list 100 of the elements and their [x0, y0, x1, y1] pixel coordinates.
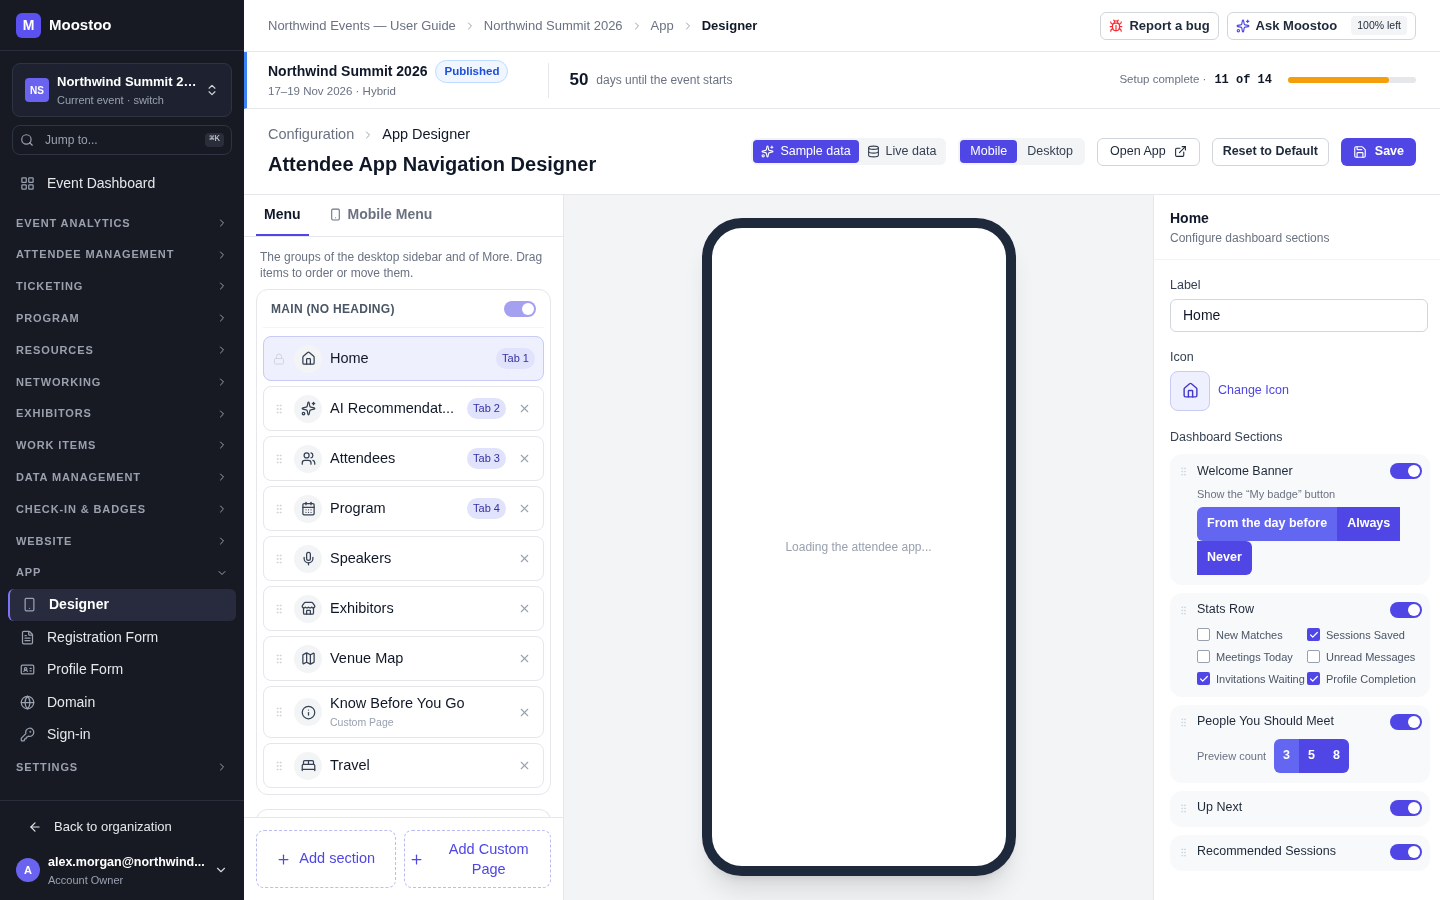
save-button[interactable]: Save — [1340, 137, 1416, 166]
sidebar-group[interactable]: DATA MANAGEMENT — [8, 461, 236, 494]
drag-handle-icon[interactable] — [1178, 466, 1189, 478]
checkbox[interactable] — [1307, 628, 1320, 642]
option-button[interactable]: Always — [1337, 506, 1401, 541]
field-caption: Label — [1170, 277, 1202, 294]
sidebar-group[interactable]: EXHIBITORS — [8, 397, 236, 430]
database-icon — [866, 145, 880, 158]
menu-item-label: Attendees — [330, 448, 397, 468]
menu-hint: The groups of the desktop sidebar and of More. Drag items to order or move them. — [259, 249, 544, 282]
menu-item-label: Speakers — [330, 548, 393, 568]
option-button[interactable]: From the day before — [1197, 506, 1338, 541]
menu-item-label: Home — [330, 348, 370, 368]
menu-item[interactable]: Home Tab 1 — [263, 336, 544, 381]
sidebar-item[interactable]: Domain — [8, 686, 236, 719]
checkbox[interactable] — [1307, 672, 1320, 686]
drag-handle-icon[interactable] — [1178, 716, 1189, 728]
sidebar-group[interactable]: WEBSITE — [8, 524, 236, 557]
close-icon[interactable] — [518, 759, 531, 772]
menu-item-icon — [294, 594, 322, 623]
menu-item-label: Exhibitors — [330, 598, 395, 618]
sidebar-item[interactable]: Designer — [8, 588, 236, 622]
search-icon — [20, 133, 34, 147]
close-icon[interactable] — [518, 552, 531, 565]
toggle-switch[interactable] — [1390, 463, 1422, 480]
drag-handle-icon[interactable] — [1178, 846, 1189, 858]
menu-item-label: Travel — [330, 755, 371, 775]
add-section-button[interactable]: Add section — [256, 830, 396, 888]
menu-item-label: Know Before You Go — [330, 694, 466, 714]
grid-icon — [20, 175, 35, 191]
field-caption: Icon — [1170, 348, 1195, 366]
menu-tab[interactable]: Mobile Menu — [320, 195, 441, 236]
close-icon[interactable] — [518, 652, 531, 665]
drag-handle-icon[interactable] — [1178, 604, 1189, 616]
device-tab[interactable]: Mobile — [960, 140, 1018, 163]
checkbox[interactable] — [1197, 628, 1210, 642]
toggle-switch[interactable] — [1390, 601, 1422, 618]
sidebar-item[interactable]: Event Dashboard — [8, 167, 236, 199]
menu-tab[interactable]: Menu — [256, 195, 309, 236]
option-button[interactable]: 3 — [1274, 738, 1300, 773]
add-page-button[interactable]: Add Custom Page — [403, 830, 551, 888]
event-switcher[interactable]: NS Northwind Summit 2… Current event · switch — [12, 63, 232, 117]
close-icon[interactable] — [518, 602, 531, 615]
ask-button[interactable]: Ask Moostoo 100% left — [1226, 11, 1416, 40]
count-caption: Preview count — [1197, 748, 1267, 764]
sidebar-group[interactable]: RESOURCES — [8, 334, 236, 366]
data-mode-tab[interactable]: Live data — [858, 140, 945, 163]
change-icon-link[interactable]: Change Icon — [1218, 381, 1289, 400]
data-mode-tab[interactable]: Sample data — [753, 140, 859, 163]
menu-item[interactable]: Program Tab 4 — [263, 486, 544, 531]
sidebar-item[interactable]: Registration Form — [8, 621, 236, 654]
open-app-button[interactable]: Open App — [1097, 137, 1200, 166]
option-button[interactable]: Never — [1197, 540, 1252, 575]
checkbox[interactable] — [1197, 650, 1210, 664]
breadcrumb[interactable]: Northwind Summit 2026 — [483, 15, 623, 36]
menu-item-subtitle: Custom Page — [330, 715, 395, 730]
option-button[interactable]: 5 — [1299, 738, 1325, 773]
close-icon[interactable] — [518, 452, 531, 465]
event-name: Northwind Summit 2026 — [268, 61, 428, 81]
breadcrumb[interactable]: Northwind Events — User Guide — [268, 15, 456, 36]
close-icon[interactable] — [518, 402, 531, 415]
option-button[interactable]: 8 — [1324, 738, 1350, 773]
menu-item[interactable]: Know Before You Go Custom Page — [263, 686, 544, 738]
setup-label: Setup complete · — [1119, 72, 1207, 88]
sidebar-group[interactable]: ATTENDEE MANAGEMENT — [8, 238, 236, 271]
menu-item-label: Venue Map — [330, 648, 405, 668]
reset-button[interactable]: Reset to Default — [1211, 137, 1329, 166]
checkbox[interactable] — [1197, 672, 1210, 686]
sidebar-group[interactable]: NETWORKING — [8, 366, 236, 398]
device-tab[interactable]: Desktop — [1017, 140, 1084, 163]
toggle-switch[interactable] — [1390, 799, 1422, 816]
sidebar-group[interactable]: TICKETING — [8, 270, 236, 303]
toggle-switch[interactable] — [504, 300, 536, 317]
close-icon[interactable] — [518, 502, 531, 515]
sidebar-group[interactable]: PROGRAM — [8, 302, 236, 335]
sidebar-group[interactable]: SETTINGS — [8, 751, 236, 783]
checkbox-label: Profile Completion — [1326, 671, 1416, 687]
menu-item[interactable]: AI Recommendat... Tab 2 — [263, 386, 544, 431]
config-crumb[interactable]: Configuration — [268, 123, 355, 146]
breadcrumb[interactable]: App — [650, 15, 674, 36]
menu-item[interactable]: Exhibitors — [263, 586, 544, 631]
toggle-switch[interactable] — [1390, 843, 1422, 860]
sidebar-group[interactable]: EVENT ANALYTICS — [8, 207, 236, 239]
sidebar-item[interactable]: Sign-in — [8, 718, 236, 752]
menu-item[interactable]: Attendees Tab 3 — [263, 436, 544, 481]
sidebar-item[interactable]: Profile Form — [8, 653, 236, 687]
checkbox[interactable] — [1307, 650, 1320, 664]
back-link[interactable]: Back to organization — [16, 812, 228, 841]
menu-item[interactable]: Travel — [263, 743, 544, 788]
label-field[interactable]: Home — [1170, 298, 1428, 332]
drag-handle-icon[interactable] — [1178, 802, 1189, 814]
toggle-switch[interactable] — [1390, 713, 1422, 730]
report-bug-button[interactable]: Report a bug — [1100, 11, 1219, 40]
menu-item[interactable]: Venue Map — [263, 636, 544, 681]
sidebar-group[interactable]: APP — [8, 556, 236, 589]
menu-item[interactable]: Speakers — [263, 536, 544, 581]
section-name: Stats Row — [1197, 601, 1254, 619]
sidebar-group[interactable]: CHECK-IN & BADGES — [8, 493, 236, 525]
item-icon — [20, 662, 35, 678]
sidebar-group[interactable]: WORK ITEMS — [8, 429, 236, 462]
